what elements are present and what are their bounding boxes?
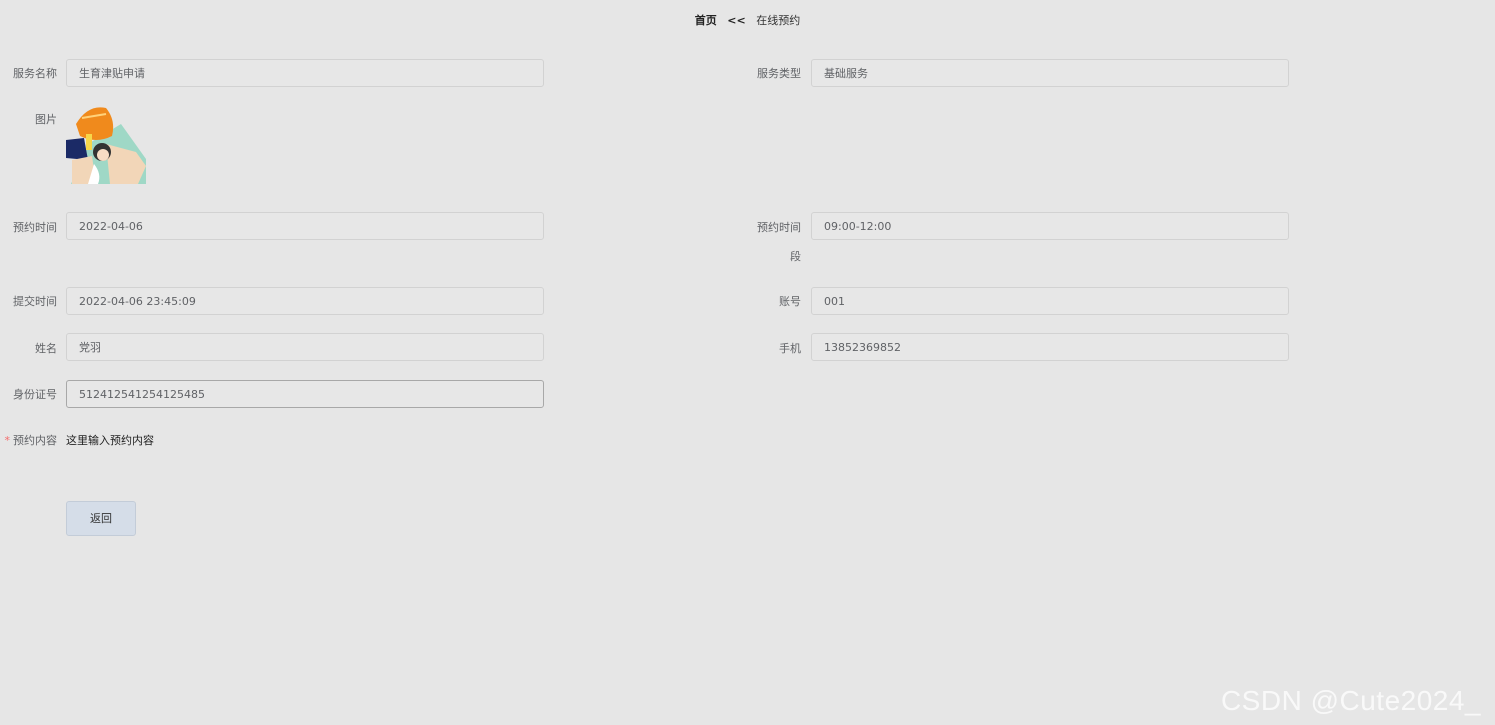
appointment-slot-field[interactable] [811,212,1289,240]
submit-time-label: 提交时间 [13,295,57,308]
picture-label: 图片 [35,113,57,126]
watermark: CSDN @Cute2024_ [1220,685,1481,716]
service-name-field[interactable] [66,59,544,87]
required-mark: * [4,434,11,447]
back-button[interactable]: 返回 [66,501,136,536]
service-name-label: 服务名称 [13,67,57,80]
appointment-date-label: 预约时间 [13,221,57,234]
name-label: 姓名 [35,342,57,355]
id-number-field[interactable] [66,380,544,408]
breadcrumb: 首页 << 在线预约 [0,14,1495,28]
appointment-slot-label: 预约时间 [757,221,801,234]
breadcrumb-separator: << [727,14,746,27]
id-number-label: 身份证号 [13,388,57,401]
phone-label: 手机 [779,342,801,355]
appointment-slot-label-cont: 段 [790,250,801,263]
service-picture [66,104,146,184]
content-label-wrap: * 预约内容 [0,433,58,448]
content-text[interactable]: 这里输入预约内容 [66,433,154,448]
appointment-date-field[interactable] [66,212,544,240]
service-type-field[interactable] [811,59,1289,87]
submit-time-field[interactable] [66,287,544,315]
breadcrumb-home-link[interactable]: 首页 [695,14,717,27]
name-field[interactable] [66,333,544,361]
phone-field[interactable] [811,333,1289,361]
content-label: 预约内容 [13,434,57,447]
service-type-label: 服务类型 [757,67,801,80]
account-label: 账号 [779,295,801,308]
account-field[interactable] [811,287,1289,315]
breadcrumb-current: 在线预约 [756,14,801,27]
